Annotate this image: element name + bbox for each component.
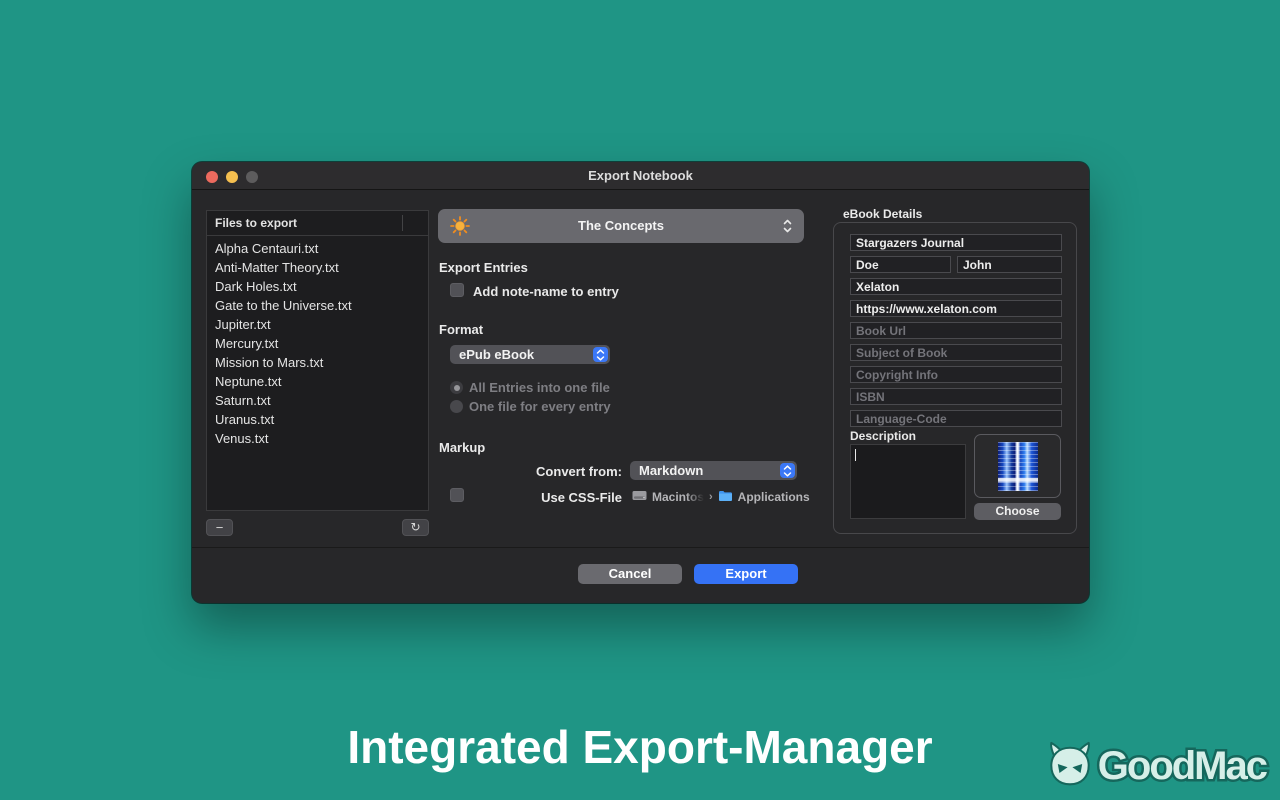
ebook-details-heading: eBook Details	[843, 207, 922, 221]
notebook-picker-value: The Concepts	[438, 209, 804, 243]
zoom-window-button	[246, 171, 258, 183]
list-item[interactable]: Anti-Matter Theory.txt	[207, 258, 428, 277]
description-textarea[interactable]	[850, 444, 966, 519]
list-item[interactable]: Neptune.txt	[207, 372, 428, 391]
export-button[interactable]: Export	[694, 564, 798, 584]
hard-drive-icon	[632, 489, 647, 505]
convert-from-dropdown-value: Markdown	[630, 461, 797, 480]
window-title: Export Notebook	[192, 162, 1089, 190]
format-heading: Format	[439, 322, 483, 337]
close-window-button[interactable]	[206, 171, 218, 183]
website-field[interactable]	[850, 300, 1062, 317]
description-label: Description	[850, 429, 916, 443]
isbn-field[interactable]	[850, 388, 1062, 405]
list-item[interactable]: Dark Holes.txt	[207, 277, 428, 296]
list-item[interactable]: Gate to the Universe.txt	[207, 296, 428, 315]
text-cursor	[855, 449, 856, 461]
stepper-arrows-icon	[780, 463, 795, 478]
book-cover-thumbnail	[998, 442, 1038, 491]
all-entries-radio-label[interactable]: All Entries into one file	[469, 380, 610, 395]
css-file-path[interactable]: Macintos › Applications	[632, 488, 810, 506]
language-code-field[interactable]	[850, 410, 1062, 427]
brand-name: GoodMac	[1098, 744, 1266, 789]
one-file-radio[interactable]	[450, 400, 463, 413]
files-to-export-panel: Files to export Alpha Centauri.txt Anti-…	[206, 210, 429, 511]
list-item[interactable]: Jupiter.txt	[207, 315, 428, 334]
cancel-button[interactable]: Cancel	[578, 564, 682, 584]
files-panel-header-label: Files to export	[215, 216, 297, 230]
remove-file-button[interactable]: −	[206, 519, 233, 536]
devil-face-icon	[1044, 740, 1096, 793]
cover-image-well[interactable]	[974, 434, 1061, 498]
add-note-name-label[interactable]: Add note-name to entry	[473, 284, 619, 299]
minimize-window-button[interactable]	[226, 171, 238, 183]
choose-cover-button[interactable]: Choose	[974, 503, 1061, 520]
list-item[interactable]: Alpha Centauri.txt	[207, 239, 428, 258]
path-volume-label: Macintos	[652, 490, 704, 504]
convert-from-dropdown[interactable]: Markdown	[630, 461, 797, 480]
markup-heading: Markup	[439, 440, 485, 455]
column-divider[interactable]	[402, 215, 403, 231]
list-item[interactable]: Mercury.txt	[207, 334, 428, 353]
copyright-field[interactable]	[850, 366, 1062, 383]
format-dropdown-value: ePub eBook	[450, 345, 610, 364]
list-item[interactable]: Venus.txt	[207, 429, 428, 448]
subject-field[interactable]	[850, 344, 1062, 361]
export-entries-heading: Export Entries	[439, 260, 528, 275]
one-file-radio-label[interactable]: One file for every entry	[469, 399, 611, 414]
chevron-up-down-icon	[783, 218, 792, 234]
add-note-name-checkbox[interactable]	[450, 283, 464, 297]
reload-button[interactable]: ↻	[402, 519, 429, 536]
sun-icon	[449, 215, 471, 237]
file-list: Alpha Centauri.txt Anti-Matter Theory.tx…	[207, 236, 428, 448]
convert-from-label: Convert from:	[492, 464, 622, 479]
publisher-field[interactable]	[850, 278, 1062, 295]
title-bar: Export Notebook	[192, 162, 1089, 190]
footer-divider	[192, 547, 1089, 548]
page: { "page": { "background_color": "#1f9585…	[0, 0, 1280, 800]
use-css-checkbox[interactable]	[450, 488, 464, 502]
book-url-field[interactable]	[850, 322, 1062, 339]
format-dropdown[interactable]: ePub eBook	[450, 345, 610, 364]
path-chevron-icon: ›	[709, 491, 713, 503]
files-panel-header: Files to export	[207, 211, 428, 236]
book-title-field[interactable]	[850, 234, 1062, 251]
brand-logo: GoodMac	[1044, 740, 1266, 793]
export-notebook-window: Export Notebook Files to export Alpha Ce…	[192, 162, 1089, 603]
stepper-arrows-icon	[593, 347, 608, 362]
folder-icon	[718, 490, 733, 505]
ebook-details-groupbox: Description Choose	[833, 222, 1077, 534]
list-item[interactable]: Mission to Mars.txt	[207, 353, 428, 372]
notebook-picker-dropdown[interactable]: The Concepts	[438, 209, 804, 243]
author-lastname-field[interactable]	[850, 256, 951, 273]
list-item[interactable]: Saturn.txt	[207, 391, 428, 410]
list-item[interactable]: Uranus.txt	[207, 410, 428, 429]
path-folder-label: Applications	[738, 490, 810, 504]
all-entries-radio[interactable]	[450, 381, 463, 394]
use-css-label: Use CSS-File	[492, 490, 622, 505]
author-firstname-field[interactable]	[957, 256, 1062, 273]
